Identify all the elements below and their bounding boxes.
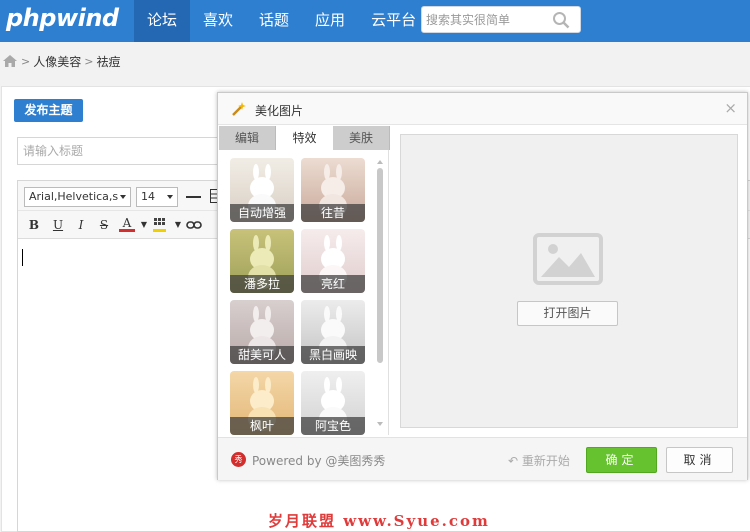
home-icon[interactable] — [2, 54, 18, 68]
bold-icon[interactable]: B — [26, 217, 42, 233]
meitu-logo-icon: 秀 — [231, 452, 246, 467]
close-icon[interactable]: × — [724, 99, 737, 117]
powered-by-text: Powered by @美图秀秀 — [252, 454, 386, 468]
reset-button[interactable]: ↶ 重新开始 — [508, 452, 570, 469]
font-color-icon[interactable]: A — [119, 215, 135, 232]
post-topic-button[interactable]: 发布主题 — [14, 99, 83, 122]
breadcrumb: > 人像美容 > 祛痘 — [0, 42, 750, 80]
scroll-up-icon[interactable] — [375, 158, 385, 166]
underline-icon[interactable]: U — [50, 217, 66, 233]
background-color-icon[interactable] — [153, 217, 167, 233]
tab-effects[interactable]: 特效 — [276, 126, 333, 150]
dialog-header: 美化图片 × — [218, 93, 747, 125]
font-family-value: Arial,Helvetica,s — [29, 190, 119, 203]
italic-icon[interactable]: I — [73, 217, 89, 233]
reset-label: 重新开始 — [521, 454, 570, 468]
magic-wand-icon — [232, 102, 246, 116]
effect-list: 自动增强 往昔 潘多拉 亮红 甜美可人 黑白画映 枫叶 阿宝色 — [219, 150, 389, 435]
image-placeholder-icon — [533, 233, 603, 285]
effect-thumbnail[interactable]: 黑白画映 — [301, 300, 365, 364]
breadcrumb-item[interactable]: 祛痘 — [96, 53, 120, 70]
phpwind-logo[interactable]: phpwind — [6, 4, 119, 32]
effect-thumbnail[interactable]: 枫叶 — [230, 371, 294, 435]
breadcrumb-item[interactable]: 人像美容 — [33, 53, 81, 70]
watermark-text: 岁月联盟 www.Syue.com — [268, 512, 490, 530]
confirm-button[interactable]: 确定 — [586, 447, 657, 473]
effect-tabs: 编辑 特效 美肤 — [219, 126, 390, 150]
effect-thumbnail[interactable]: 亮红 — [301, 229, 365, 293]
open-image-button[interactable]: 打开图片 — [517, 301, 618, 326]
effect-label: 枫叶 — [230, 417, 294, 435]
main-nav: 论坛 喜欢 话题 应用 云平台 — [134, 0, 429, 42]
tab-edit[interactable]: 编辑 — [219, 126, 276, 150]
strikethrough-icon[interactable]: S — [96, 217, 112, 233]
effect-label: 往昔 — [301, 204, 365, 222]
nav-item-cloud[interactable]: 云平台 — [358, 0, 429, 42]
effect-label: 潘多拉 — [230, 275, 294, 293]
effect-list-scrollbar[interactable] — [375, 158, 385, 428]
link-icon[interactable] — [186, 219, 202, 231]
dropdown-arrow-icon — [167, 195, 173, 199]
nav-item-like[interactable]: 喜欢 — [190, 0, 246, 42]
effect-thumbnail[interactable]: 甜美可人 — [230, 300, 294, 364]
dialog-title: 美化图片 — [255, 104, 304, 118]
nav-item-topic[interactable]: 话题 — [246, 0, 302, 42]
effect-thumbnail[interactable]: 自动增强 — [230, 158, 294, 222]
search-box — [421, 6, 581, 33]
chevron-right-icon: > — [84, 54, 94, 68]
horizontal-rule-icon[interactable] — [186, 196, 201, 198]
nav-item-apps[interactable]: 应用 — [302, 0, 358, 42]
text-cursor — [22, 249, 23, 266]
font-size-select[interactable]: 14 — [136, 187, 178, 207]
effect-thumbnail[interactable]: 阿宝色 — [301, 371, 365, 435]
scrollbar-thumb[interactable] — [377, 168, 383, 363]
image-preview-area: 打开图片 — [400, 134, 738, 428]
dropdown-arrow-icon[interactable]: ▼ — [170, 217, 186, 233]
cancel-button[interactable]: 取消 — [666, 447, 733, 473]
effect-label: 甜美可人 — [230, 346, 294, 364]
search-input[interactable] — [426, 11, 550, 29]
beautify-image-dialog: 美化图片 × 编辑 特效 美肤 自动增强 往昔 潘多拉 亮红 甜美可人 黑白画映… — [217, 92, 748, 480]
top-navbar: phpwind 论坛 喜欢 话题 应用 云平台 — [0, 0, 750, 42]
effect-thumbnail[interactable]: 往昔 — [301, 158, 365, 222]
undo-icon: ↶ — [508, 454, 519, 468]
dropdown-arrow-icon — [120, 195, 126, 199]
nav-item-forum[interactable]: 论坛 — [134, 0, 191, 42]
scroll-down-icon[interactable] — [375, 420, 385, 428]
effect-label: 自动增强 — [230, 204, 294, 222]
chevron-right-icon: > — [21, 54, 31, 68]
effect-label: 阿宝色 — [301, 417, 365, 435]
font-size-value: 14 — [141, 190, 155, 203]
dialog-footer: 秀 Powered by @美图秀秀 ↶ 重新开始 确定 取消 — [218, 437, 747, 480]
title-input[interactable] — [17, 137, 237, 165]
tab-beautify-skin[interactable]: 美肤 — [333, 126, 390, 150]
dropdown-arrow-icon[interactable]: ▼ — [136, 217, 152, 233]
effect-label: 黑白画映 — [301, 346, 365, 364]
font-family-select[interactable]: Arial,Helvetica,s — [24, 187, 131, 207]
effect-label: 亮红 — [301, 275, 365, 293]
effect-thumbnail[interactable]: 潘多拉 — [230, 229, 294, 293]
search-icon[interactable] — [552, 11, 570, 29]
